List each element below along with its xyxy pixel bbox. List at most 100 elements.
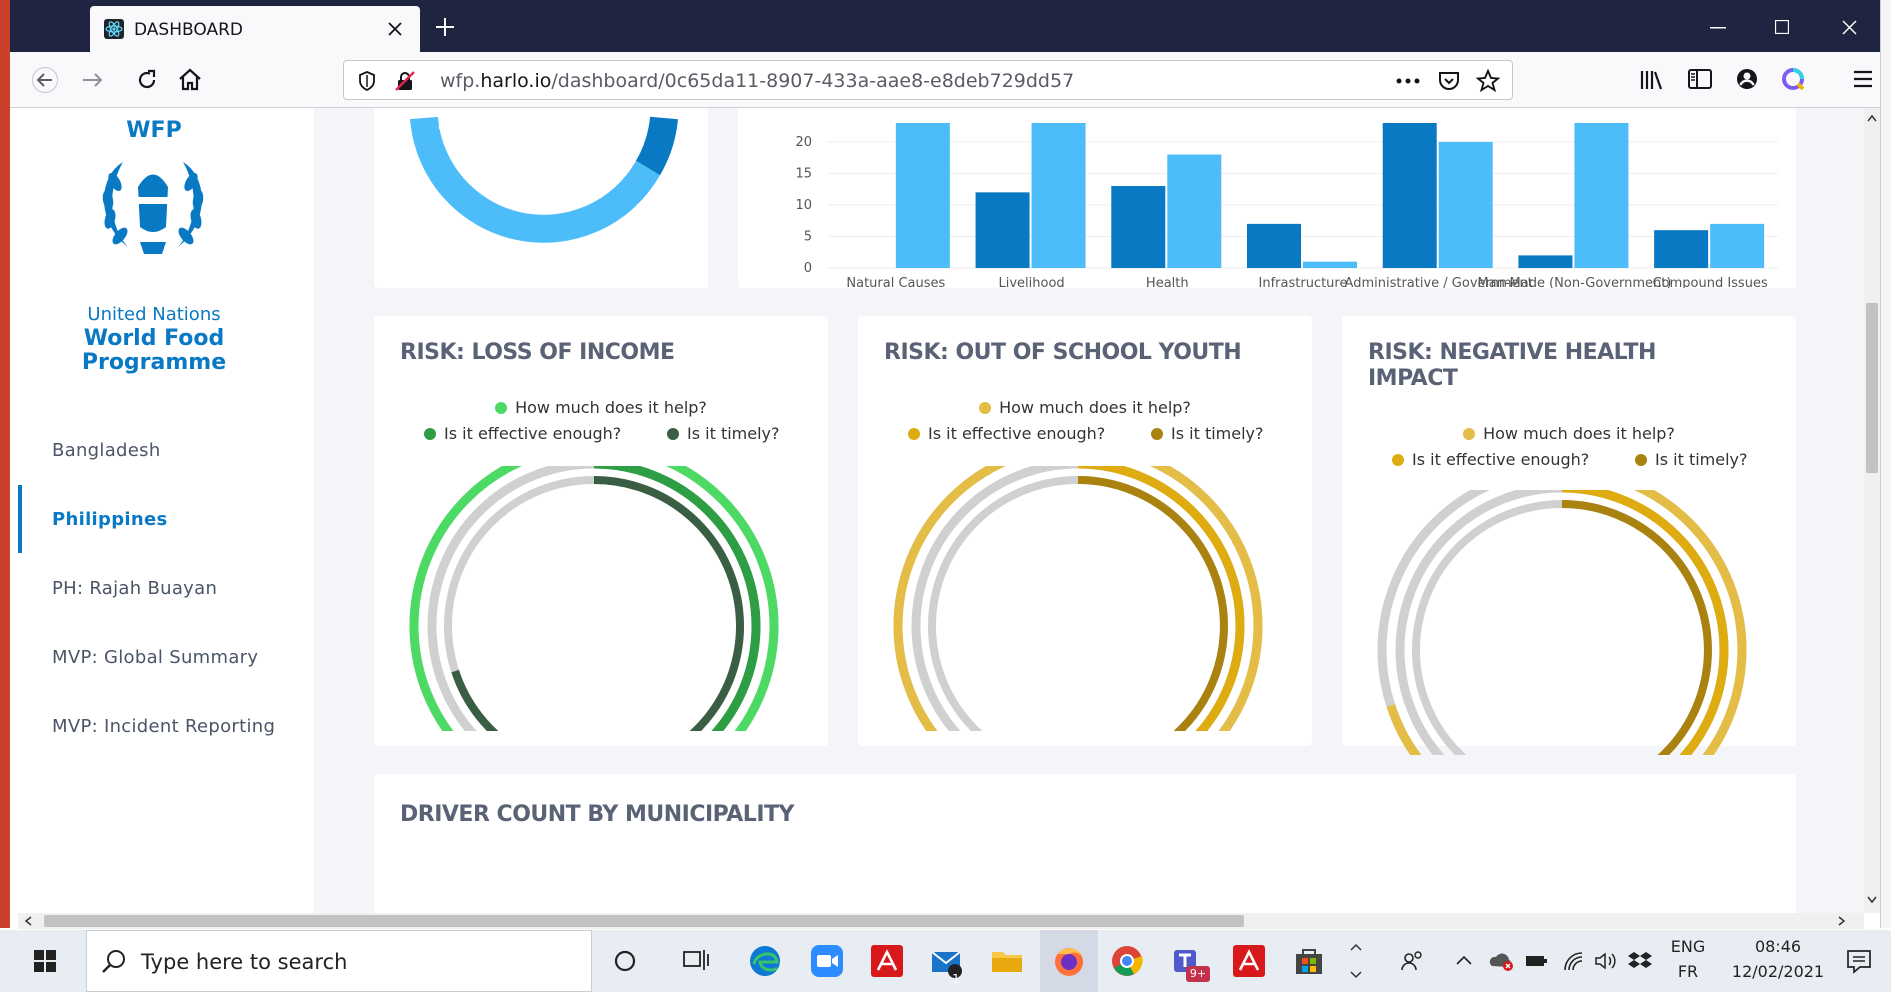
tab-title: DASHBOARD <box>134 20 243 40</box>
y-tick-label: 20 <box>795 135 812 150</box>
reload-icon[interactable] <box>135 68 159 92</box>
vertical-scrollbar[interactable] <box>1864 108 1880 913</box>
url-bar[interactable]: wfp.harlo.io/dashboard/0c65da11-8907-433… <box>343 60 1513 100</box>
horizontal-scroll-thumb[interactable] <box>44 915 1244 927</box>
forward-icon[interactable] <box>82 70 104 90</box>
window-close-icon[interactable] <box>1842 20 1857 35</box>
horizontal-scrollbar[interactable] <box>18 913 1864 929</box>
scroll-right-icon[interactable] <box>1838 916 1846 926</box>
driver-count-card: DRIVER COUNT BY MUNICIPALITY <box>374 774 1796 913</box>
account-icon[interactable] <box>1735 67 1759 91</box>
onedrive-error-icon[interactable] <box>1488 950 1514 972</box>
x-tick-label: Livelihood <box>998 276 1064 288</box>
maximize-icon[interactable] <box>1775 20 1789 34</box>
radial-chart-loss-of-income <box>409 466 779 731</box>
legend-dot-icon <box>1635 454 1647 466</box>
bar-chart-card: 0 5 10 15 20 Natural Causes Livelihood Health In… <box>738 108 1796 288</box>
insecure-lock-icon[interactable] <box>394 70 416 92</box>
url-text: wfp.harlo.io/dashboard/0c65da11-8907-433… <box>440 70 1075 92</box>
sidebar-item-global-summary[interactable]: MVP: Global Summary <box>52 647 258 668</box>
legend-item-help: How much does it help? <box>858 398 1312 417</box>
legend-dot-icon <box>495 402 508 414</box>
risk-card-out-of-school-youth: RISK: OUT OF SCHOOL YOUTH How much does … <box>858 316 1312 746</box>
bar[interactable] <box>1438 141 1493 268</box>
bar[interactable] <box>895 123 950 268</box>
clock-time[interactable]: 08:46 <box>1726 937 1830 956</box>
menu-icon[interactable] <box>1853 70 1873 88</box>
scroll-up-icon[interactable] <box>1867 114 1877 122</box>
notifications-icon[interactable] <box>1846 948 1872 974</box>
file-explorer-icon[interactable] <box>990 944 1024 978</box>
bar[interactable] <box>1518 255 1573 268</box>
bar[interactable] <box>1167 154 1222 268</box>
browser-titlebar: DASHBOARD <box>10 0 1880 52</box>
pocket-icon[interactable] <box>1438 70 1460 92</box>
back-icon[interactable] <box>32 67 58 93</box>
clock-date[interactable]: 12/02/2021 <box>1726 962 1830 981</box>
zoom-icon[interactable] <box>810 944 844 978</box>
y-tick-label: 10 <box>795 198 812 213</box>
new-tab-icon[interactable] <box>435 17 455 37</box>
wfp-emblem-icon <box>102 162 204 254</box>
vertical-scroll-thumb[interactable] <box>1866 303 1878 473</box>
sidebar-item-bangladesh[interactable]: Bangladesh <box>52 440 161 461</box>
radial-track <box>409 466 779 731</box>
windows-start-icon[interactable] <box>34 950 56 972</box>
bar[interactable] <box>1710 223 1765 268</box>
shield-icon[interactable] <box>358 71 376 91</box>
browser-tab[interactable]: DASHBOARD <box>90 6 420 52</box>
bookmark-star-icon[interactable] <box>1476 69 1500 93</box>
scroll-down-icon[interactable] <box>1867 896 1877 904</box>
radial-bar[interactable] <box>893 466 1263 731</box>
scroll-left-icon[interactable] <box>24 916 32 926</box>
radial-bar[interactable] <box>409 466 779 731</box>
library-icon[interactable] <box>1640 69 1664 91</box>
wifi-icon[interactable] <box>1562 950 1584 972</box>
sidebar-item-philippines[interactable]: Philippines <box>52 509 168 530</box>
volume-icon[interactable] <box>1594 951 1618 971</box>
bar[interactable] <box>1247 223 1301 268</box>
extension-icon[interactable] <box>1781 67 1805 91</box>
taskbar-scroll-icon[interactable] <box>1350 942 1362 980</box>
org-name-line2: World Food <box>83 326 225 351</box>
bar[interactable] <box>1031 123 1086 268</box>
language-primary[interactable]: ENG <box>1666 937 1710 956</box>
legend-dot-icon <box>908 428 920 440</box>
bar[interactable] <box>1654 230 1709 268</box>
donut-percent-label: 66% <box>438 120 467 134</box>
legend-dot-icon <box>1151 428 1163 440</box>
bar[interactable] <box>1303 261 1357 268</box>
page-actions-icon[interactable] <box>1396 78 1420 84</box>
risk-card-loss-of-income: RISK: LOSS OF INCOME How much does it he… <box>374 316 828 746</box>
chrome-icon[interactable] <box>1110 944 1144 978</box>
minimize-icon[interactable] <box>1710 27 1726 29</box>
cortana-icon[interactable] <box>614 950 636 972</box>
search-placeholder: Type here to search <box>141 950 348 974</box>
battery-icon[interactable] <box>1524 952 1548 970</box>
sidebar-toggle-icon[interactable] <box>1688 68 1712 90</box>
radial-chart-negative-health-impact <box>1377 490 1747 755</box>
acrobat-icon-2[interactable] <box>1232 944 1266 978</box>
bar[interactable] <box>1111 186 1166 268</box>
legend-dot-icon <box>979 402 992 414</box>
sidebar: WFP United Nations World Food Programme … <box>18 108 314 913</box>
task-view-icon[interactable] <box>682 948 710 974</box>
language-secondary[interactable]: FR <box>1666 962 1710 981</box>
sidebar-item-rajah-buayan[interactable]: PH: Rajah Buayan <box>52 578 217 599</box>
search-icon <box>102 950 125 973</box>
tray-expand-icon[interactable] <box>1456 955 1472 965</box>
store-icon[interactable] <box>1292 944 1326 978</box>
acrobat-icon[interactable] <box>870 944 904 978</box>
bar[interactable] <box>1382 123 1437 268</box>
windows-taskbar: Type here to search 1 9+ ENG FR 08:46 12… <box>0 930 1891 992</box>
sidebar-item-incident-reporting[interactable]: MVP: Incident Reporting <box>52 716 275 737</box>
tab-close-icon[interactable] <box>388 22 402 36</box>
bar[interactable] <box>975 192 1030 268</box>
dropbox-icon[interactable] <box>1628 950 1652 972</box>
people-icon[interactable] <box>1400 950 1424 972</box>
firefox-icon[interactable] <box>1052 944 1086 978</box>
home-icon[interactable] <box>177 67 203 93</box>
bar[interactable] <box>1574 123 1629 268</box>
edge-icon[interactable] <box>748 944 782 978</box>
taskbar-search-box[interactable]: Type here to search <box>86 930 592 992</box>
